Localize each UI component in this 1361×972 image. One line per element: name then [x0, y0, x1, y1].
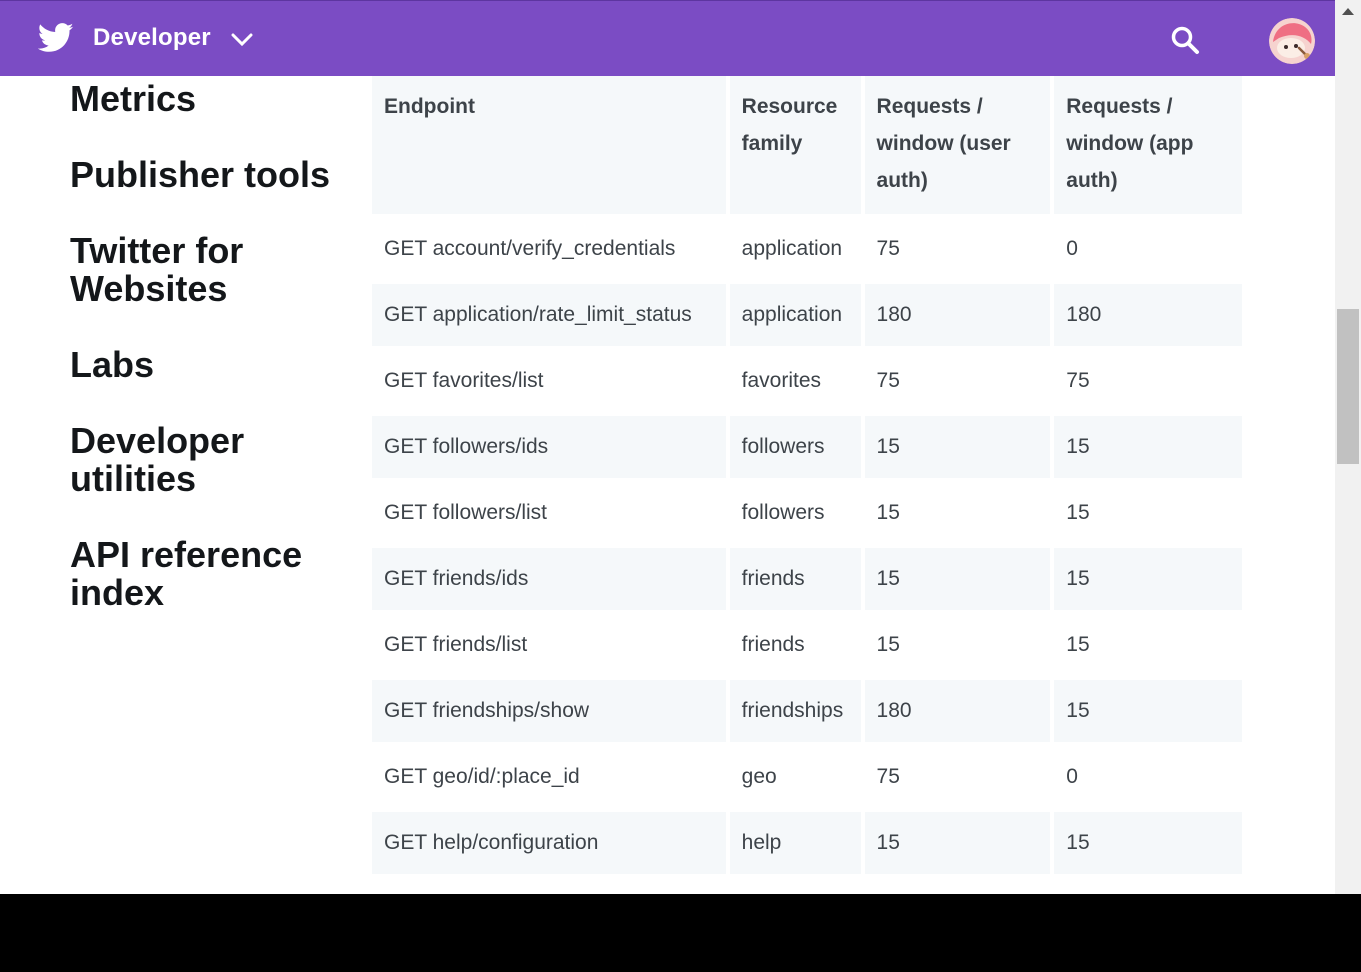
developer-label: Developer — [93, 24, 211, 51]
table-row: GET account/verify_credentials applicati… — [372, 218, 1242, 280]
cell-app-auth: 15 — [1054, 548, 1242, 610]
rate-limit-table-container: Endpoint Resource family Requests / wind… — [372, 76, 1242, 894]
cell-app-auth: 0 — [1054, 746, 1242, 808]
cell-user-auth: 75 — [864, 350, 1051, 412]
cell-endpoint: GET friends/ids — [372, 548, 726, 610]
cell-family: followers — [729, 482, 861, 544]
twitter-bird-icon — [38, 23, 74, 52]
header-resource-family: Resource family — [729, 76, 861, 214]
cell-app-auth: 75 — [1054, 350, 1242, 412]
sidebar-item-api-reference-index[interactable]: API reference index — [70, 536, 340, 612]
cell-user-auth: 180 — [864, 680, 1051, 742]
cell-endpoint: GET account/verify_credentials — [372, 218, 726, 280]
cell-family: help — [729, 812, 861, 874]
sidebar-item-publisher-tools[interactable]: Publisher tools — [70, 156, 340, 194]
cell-family: followers — [729, 416, 861, 478]
cell-user-auth: 15 — [864, 548, 1051, 610]
cell-app-auth: 15 — [1054, 482, 1242, 544]
cell-user-auth: 180 — [864, 284, 1051, 346]
cell-family: favorites — [729, 350, 861, 412]
vertical-scrollbar[interactable] — [1335, 0, 1361, 894]
developer-menu[interactable]: Developer — [38, 23, 253, 53]
table-row: GET friendships/show friendships 180 15 — [372, 680, 1242, 742]
table-row: GET followers/list followers 15 15 — [372, 482, 1242, 544]
cell-app-auth: 15 — [1054, 812, 1242, 874]
cell-app-auth: 180 — [1054, 284, 1242, 346]
sidebar-nav: Metrics Publisher tools Twitter for Webs… — [70, 80, 340, 650]
table-row: GET application/rate_limit_status applic… — [372, 284, 1242, 346]
cell-endpoint: GET friendships/show — [372, 680, 726, 742]
table-row: GET friends/ids friends 15 15 — [372, 548, 1242, 610]
sidebar-item-metrics[interactable]: Metrics — [70, 80, 340, 118]
table-row: GET help/configuration help 15 15 — [372, 812, 1242, 874]
cell-user-auth: 15 — [864, 416, 1051, 478]
cell-app-auth: 15 — [1054, 416, 1242, 478]
cell-user-auth: 75 — [864, 746, 1051, 808]
page-viewport: Developer Metrics Publisher tools Twitte… — [0, 0, 1335, 894]
cell-endpoint: GET friends/list — [372, 614, 726, 676]
cell-user-auth: 75 — [864, 218, 1051, 280]
sidebar-item-developer-utilities[interactable]: Developer utilities — [70, 422, 340, 498]
table-header-row: Endpoint Resource family Requests / wind… — [372, 76, 1242, 214]
cell-endpoint: GET favorites/list — [372, 350, 726, 412]
sidebar-item-labs[interactable]: Labs — [70, 346, 340, 384]
header-requests-user-auth: Requests / window (user auth) — [864, 76, 1051, 214]
cell-family: application — [729, 218, 861, 280]
cell-family: friendships — [729, 680, 861, 742]
cell-endpoint: GET help/configuration — [372, 812, 726, 874]
scroll-up-arrow-icon[interactable] — [1342, 8, 1354, 15]
table-row: GET geo/id/:place_id geo 75 0 — [372, 746, 1242, 808]
cell-app-auth: 15 — [1054, 614, 1242, 676]
rate-limit-table: Endpoint Resource family Requests / wind… — [368, 72, 1246, 894]
chevron-down-icon — [231, 33, 253, 47]
table-row: GET followers/ids followers 15 15 — [372, 416, 1242, 478]
cell-endpoint: GET followers/ids — [372, 416, 726, 478]
cell-user-auth: 15 — [864, 614, 1051, 676]
cell-app-auth: 15 — [1054, 680, 1242, 742]
table-row: GET favorites/list favorites 75 75 — [372, 350, 1242, 412]
cell-family: friends — [729, 614, 861, 676]
cell-family: friends — [729, 548, 861, 610]
avatar[interactable] — [1269, 18, 1315, 64]
search-icon[interactable] — [1170, 25, 1200, 55]
cell-endpoint: GET geo/id/:place_id — [372, 746, 726, 808]
cell-endpoint: GET followers/list — [372, 482, 726, 544]
top-navigation-bar: Developer — [0, 0, 1335, 76]
cell-family: application — [729, 284, 861, 346]
scrollbar-thumb[interactable] — [1337, 309, 1359, 464]
cell-family: geo — [729, 746, 861, 808]
cell-endpoint: GET application/rate_limit_status — [372, 284, 726, 346]
header-requests-app-auth: Requests / window (app auth) — [1054, 76, 1242, 214]
cell-app-auth: 0 — [1054, 218, 1242, 280]
header-endpoint: Endpoint — [372, 76, 726, 214]
table-row — [372, 878, 1242, 894]
cell-user-auth: 15 — [864, 482, 1051, 544]
table-row: GET friends/list friends 15 15 — [372, 614, 1242, 676]
cell-user-auth: 15 — [864, 812, 1051, 874]
sidebar-item-twitter-for-websites[interactable]: Twitter for Websites — [70, 232, 340, 308]
